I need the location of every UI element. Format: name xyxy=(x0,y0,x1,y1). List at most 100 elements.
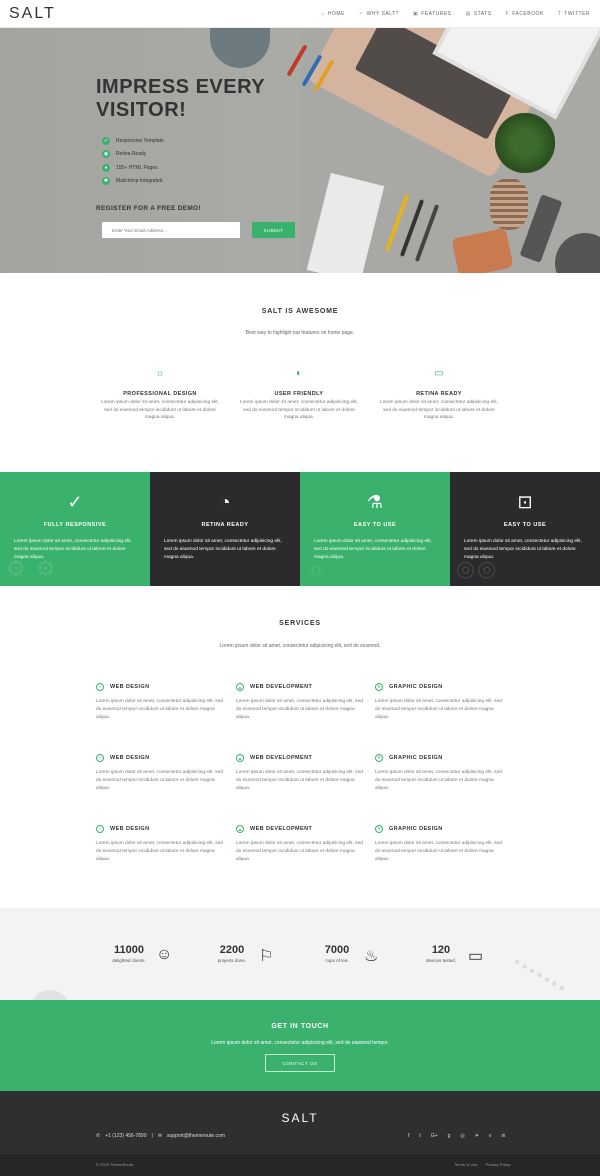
flame-icon: ♨ xyxy=(364,948,379,965)
feature-title: USER FRIENDLY xyxy=(274,391,324,397)
aperture-icon: ✲ xyxy=(375,683,383,691)
thumbs-up-icon: ♦ xyxy=(102,163,110,172)
footer-bottom-bar: © 2016 ThemeRoute. Terms of Use Privacy … xyxy=(0,1154,600,1176)
flask-icon: ⚗ xyxy=(366,492,384,512)
footer-contact-info: ✆ +1 (123) 456-7890 | ✉ support@themerou… xyxy=(96,1133,230,1139)
band-text: Lorem ipsum dolor sit amet, consectetur … xyxy=(164,539,282,560)
gift-icon: ▣ xyxy=(412,11,419,17)
feature-card: ◐ USER FRIENDLY Lorem ipsum dolor sit am… xyxy=(239,368,359,422)
service-text: Lorem ipsum dolor sit amet, consectetur … xyxy=(96,770,223,791)
check-icon: ✓ xyxy=(102,136,110,145)
smile-icon: ☺ xyxy=(156,946,173,963)
stats-section: ••••••• 11000 delighted clients. ☺ 2200 … xyxy=(0,908,600,1000)
list-item: ✱ Mailchimp Integrated xyxy=(102,175,164,189)
service-item: ✲ GRAPHIC DESIGN Lorem ipsum dolor sit ame… xyxy=(375,825,503,864)
section-title: SERVICES xyxy=(279,620,321,627)
plant-image xyxy=(495,113,555,173)
image-icon: ▲ xyxy=(236,825,244,833)
band-title: FULLY RESPONSIVE xyxy=(43,522,107,528)
nav-item-why-salt[interactable]: ✓ WHY SALT? xyxy=(359,11,399,17)
nav-item-features[interactable]: ▣ FEATURES xyxy=(413,11,452,17)
service-text: Lorem ipsum dolor sit amet, consectetur … xyxy=(236,699,363,720)
separator: | xyxy=(151,1133,153,1139)
band-title: RETINA READY xyxy=(201,522,249,528)
send-icon[interactable]: ✈ xyxy=(475,1133,479,1139)
vimeo-icon[interactable]: v xyxy=(489,1133,492,1139)
submit-button[interactable]: SUBMIT xyxy=(252,222,295,238)
contact-us-button[interactable]: CONTACT US xyxy=(265,1054,335,1072)
footer-logo[interactable]: SALT xyxy=(0,1111,600,1125)
linkedin-icon[interactable]: in xyxy=(501,1133,505,1139)
nav-item-label: HOME xyxy=(327,11,345,17)
service-item: ▲ WEB DEVELOPMENT Lorem ipsum dolor sit am… xyxy=(236,825,364,864)
tablet-icon: ▭ xyxy=(468,948,484,965)
google-plus-icon[interactable]: G+ xyxy=(431,1133,438,1139)
service-title: WEB DESIGN xyxy=(110,755,150,761)
nav-item-stats[interactable]: ▤ STATS xyxy=(466,11,492,17)
privacy-link[interactable]: Privacy Policy xyxy=(486,1162,511,1167)
eye-icon: ◉ xyxy=(102,150,110,159)
list-item-label: Responsive Template xyxy=(116,137,164,144)
footer-links: Terms of Use Privacy Policy xyxy=(446,1162,510,1167)
service-title: WEB DEVELOPMENT xyxy=(250,826,313,832)
stat-label: devices tested. xyxy=(425,958,457,963)
service-item: ✲ GRAPHIC DESIGN Lorem ipsum dolor sit ame… xyxy=(375,754,503,793)
nav-item-facebook[interactable]: f FACEBOOK xyxy=(506,11,544,17)
stat-number: 11000 xyxy=(114,944,144,956)
band-text: Lorem ipsum dolor sit amet, consectetur … xyxy=(14,539,132,560)
service-title: GRAPHIC DESIGN xyxy=(389,755,443,761)
wood-roll-image xyxy=(490,178,528,230)
register-heading: REGISTER FOR A FREE DEMO! xyxy=(96,205,201,212)
email-field[interactable] xyxy=(102,222,240,238)
stat-item: 2200 projects done. ⚐ xyxy=(207,944,297,965)
facebook-icon[interactable]: f xyxy=(408,1133,409,1139)
nav-item-label: FACEBOOK xyxy=(512,11,544,17)
nav-item-home[interactable]: ⌂ HOME xyxy=(321,11,345,17)
hero-section: IMPRESS EVERY VISITOR! ✓ Responsive Templ… xyxy=(0,28,600,273)
contact-title: GET IN TOUCH xyxy=(271,1023,329,1030)
list-item: ♦ 155+ HTML Pages xyxy=(102,161,164,175)
nav-item-twitter[interactable]: t TWITTER xyxy=(558,11,590,17)
stat-label: delighted clients. xyxy=(112,958,146,963)
stats-icon: ▤ xyxy=(465,11,471,17)
stat-number: 2200 xyxy=(219,944,245,956)
feature-title: RETINA READY xyxy=(416,391,462,397)
twitter-icon[interactable]: t xyxy=(419,1133,420,1139)
feature-band-tile: ◎◎ ⊡ EASY TO USE Lorem ipsum dolor sit a… xyxy=(450,472,600,586)
image-icon: ▲ xyxy=(236,754,244,762)
facebook-icon: f xyxy=(505,11,510,17)
github-icon[interactable]: g xyxy=(448,1133,451,1139)
twitter-icon: t xyxy=(557,11,562,17)
contact-section: GET IN TOUCH Lorem ipsum dolor sit amet,… xyxy=(0,1000,600,1091)
decorative-cup xyxy=(30,990,70,1000)
service-item: ▲ WEB DEVELOPMENT Lorem ipsum dolor sit am… xyxy=(236,754,364,793)
monitor-icon: ▭ xyxy=(434,368,444,379)
mouse-icon: ◐ xyxy=(295,368,303,379)
hero-title: IMPRESS EVERY VISITOR! xyxy=(96,76,265,121)
band-title: EASY TO USE xyxy=(503,522,547,528)
gear-icon: ✱ xyxy=(102,177,110,186)
stat-item: 11000 delighted clients. ☺ xyxy=(104,944,194,963)
plate-image xyxy=(555,233,600,273)
service-text: Lorem ipsum dolor sit amet, consectetur … xyxy=(375,699,502,720)
terms-link[interactable]: Terms of Use xyxy=(454,1162,478,1167)
band-title: EASY TO USE xyxy=(353,522,397,528)
feature-band-tile: ⚙ ⚙ ✓ FULLY RESPONSIVE Lorem ipsum dolor… xyxy=(0,472,150,586)
band-text: Lorem ipsum dolor sit amet, consectetur … xyxy=(314,539,432,560)
site-logo[interactable]: SALT xyxy=(9,5,56,23)
list-item: ◉ Retina Ready xyxy=(102,148,164,162)
service-text: Lorem ipsum dolor sit amet, consectetur … xyxy=(96,699,223,720)
check-circle-icon: ✓ xyxy=(67,492,83,512)
pouch-image xyxy=(451,227,514,273)
list-item: ✓ Responsive Template xyxy=(102,134,164,148)
dribbble-icon[interactable]: ◎ xyxy=(460,1133,464,1139)
service-text: Lorem ipsum dolor sit amet, consectetur … xyxy=(375,841,502,862)
phone-number[interactable]: +1 (123) 456-7890 xyxy=(105,1133,146,1139)
list-item-label: 155+ HTML Pages xyxy=(116,164,158,171)
email-link[interactable]: support@themeroute.com xyxy=(167,1133,225,1139)
stat-item: 120 devices tested. ▭ xyxy=(416,944,506,965)
stat-number: 7000 xyxy=(324,944,350,956)
feature-card: ☼ PROFESSIONAL DESIGN Lorem ipsum dolor … xyxy=(100,368,220,422)
gauge-icon: ◔ xyxy=(219,492,231,512)
stat-item: 7000 cups of tea. ♨ xyxy=(312,944,402,965)
